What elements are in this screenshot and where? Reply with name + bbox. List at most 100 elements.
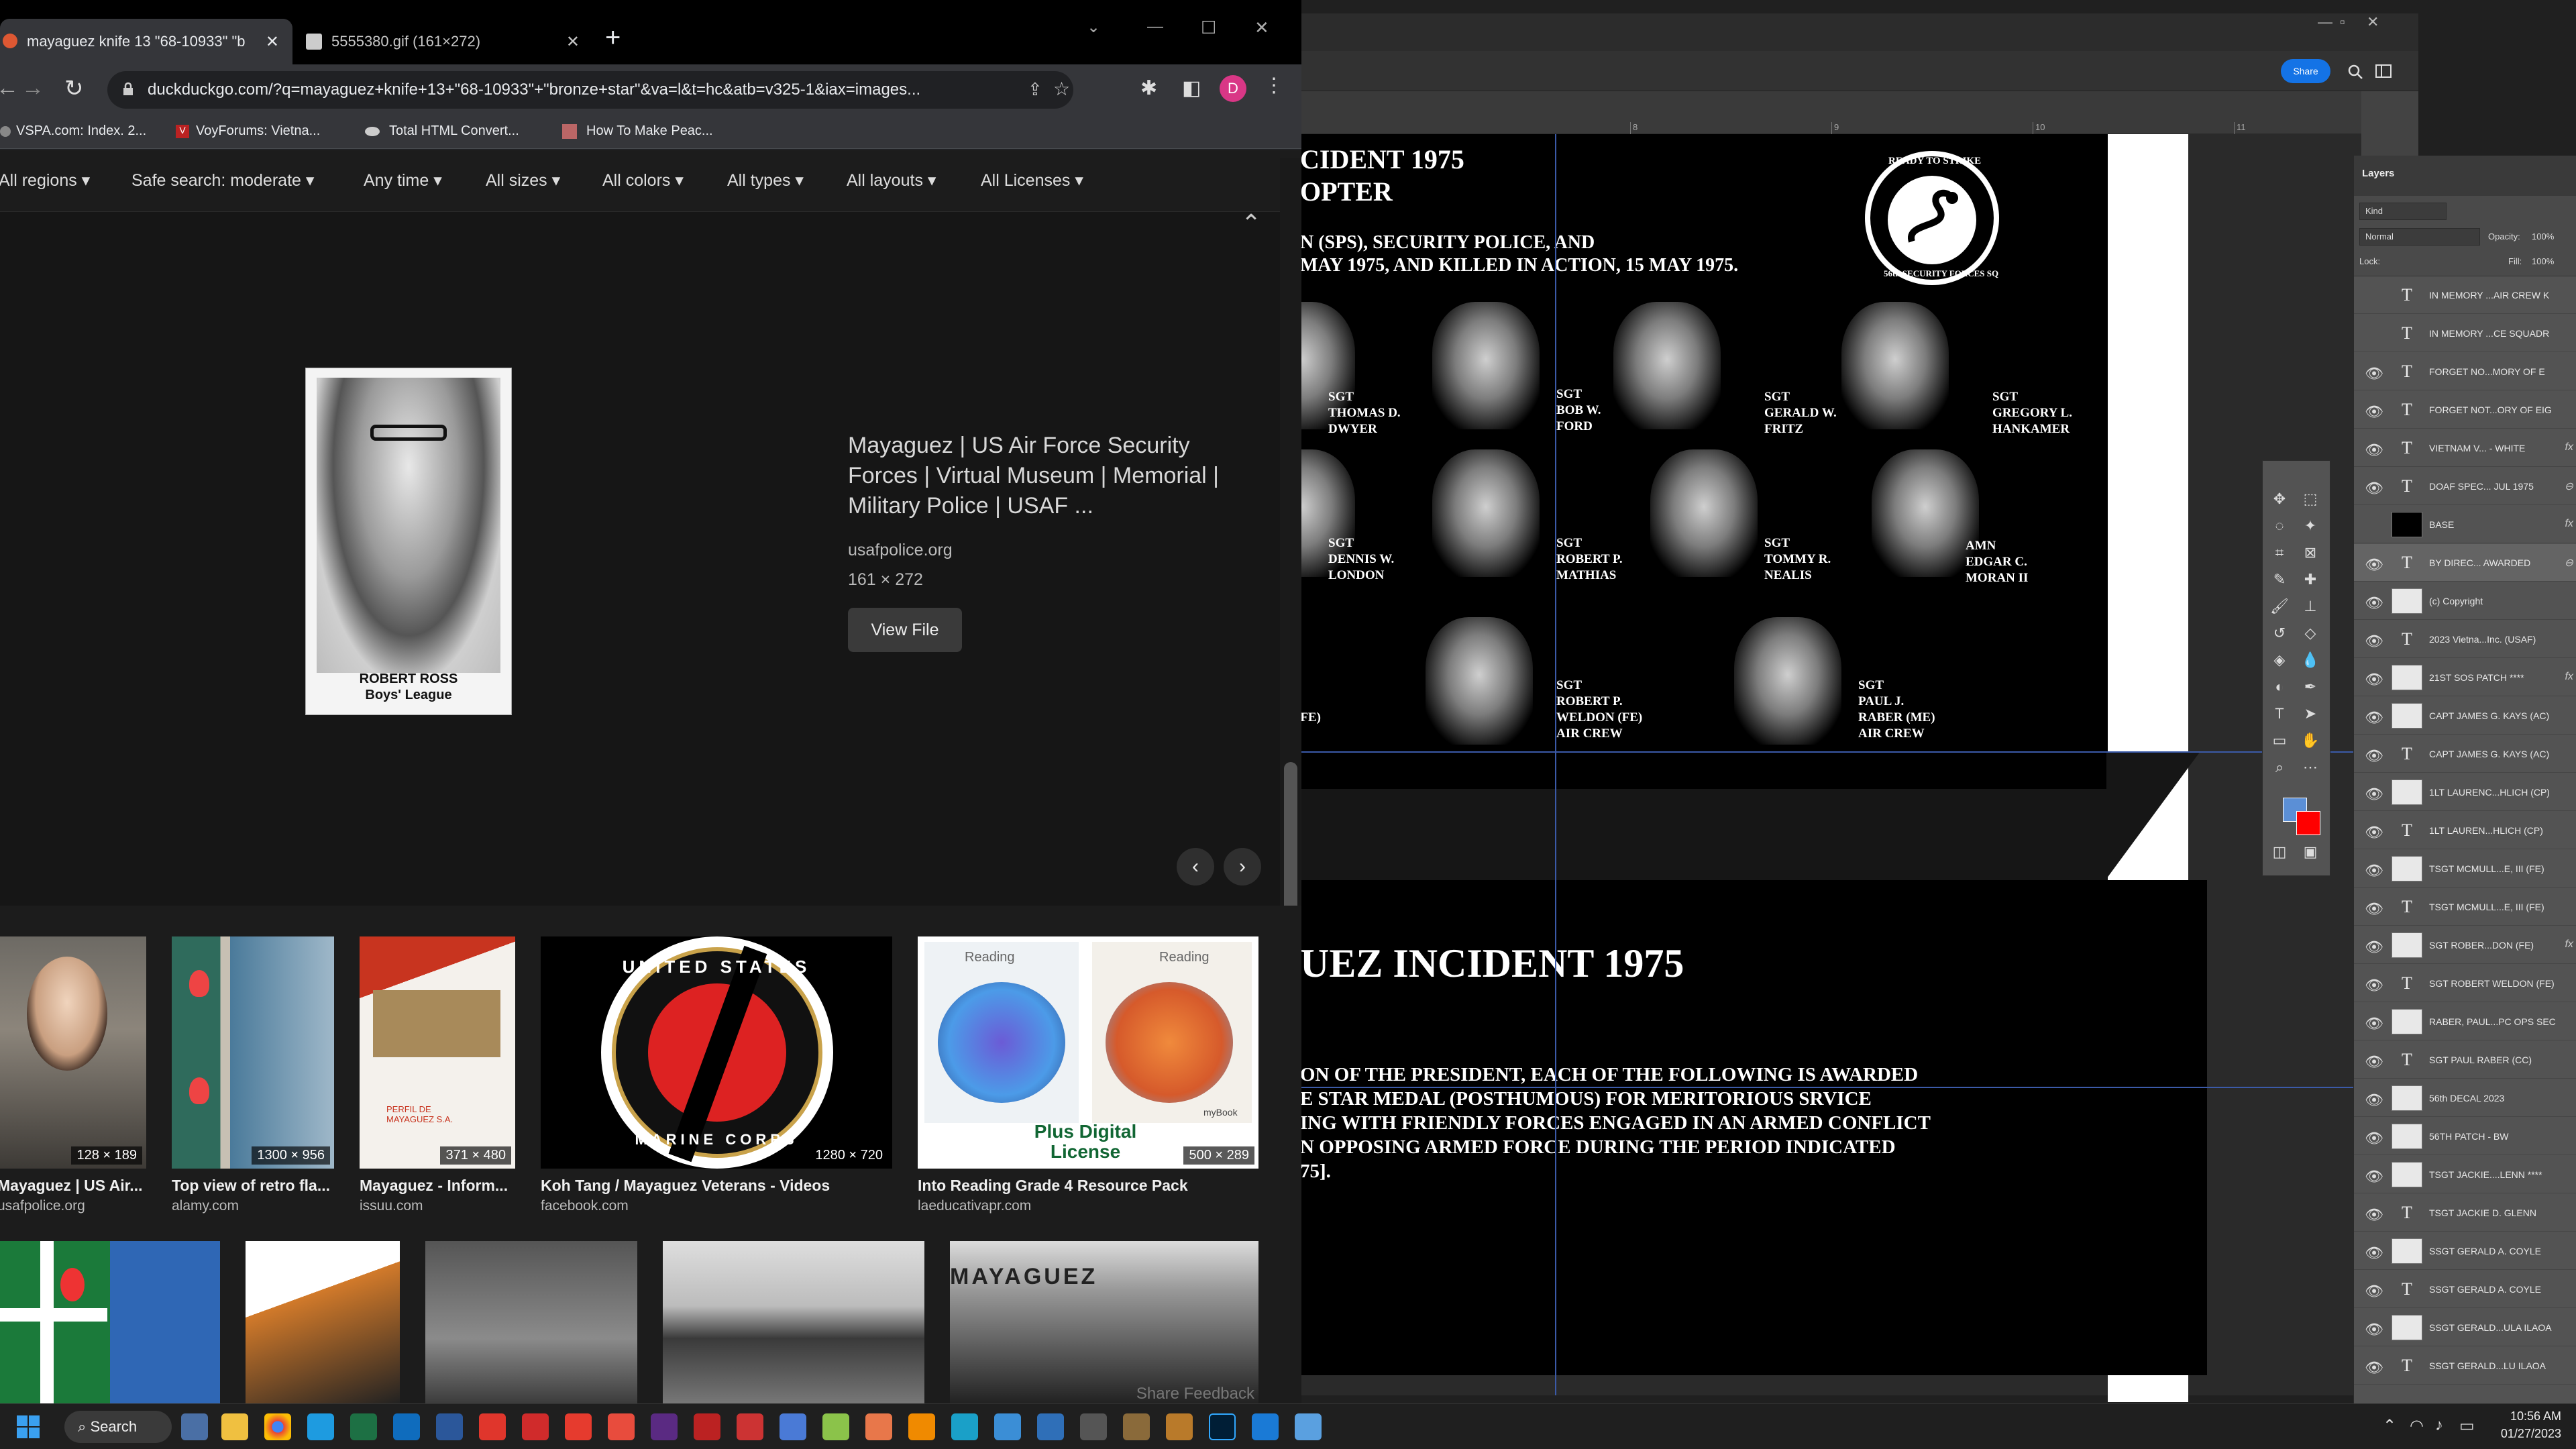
layer-row[interactable]: 👁 TSGT JACKIE....LENN **** xyxy=(2354,1156,2576,1193)
lasso-tool-icon[interactable]: ◌ xyxy=(2271,517,2288,535)
layer-row[interactable]: 👁 T SGT PAUL RABER (CC) xyxy=(2354,1041,2576,1079)
document-canvas[interactable]: CIDENT 1975 OPTER N (SPS), SECURITY POLI… xyxy=(1248,134,2576,1403)
opacity-value[interactable]: 100% xyxy=(2532,231,2554,241)
pen-tool-icon[interactable]: ✒ xyxy=(2302,678,2319,696)
hand-tool-icon[interactable]: ✋ xyxy=(2301,732,2319,749)
preview-domain[interactable]: usafpolice.org xyxy=(848,541,953,560)
layer-row[interactable]: 👁 T TSGT JACKIE D. GLENN xyxy=(2354,1194,2576,1232)
collapse-icon[interactable]: ⌃ xyxy=(1241,209,1261,237)
shape-tool-icon[interactable]: ▭ xyxy=(2271,732,2288,749)
restore-icon[interactable]: ▫ xyxy=(2340,13,2345,31)
lock-icon[interactable] xyxy=(122,82,134,97)
blend-mode-select[interactable]: Normal xyxy=(2359,228,2480,246)
result-title[interactable]: Mayaguez | US Air... xyxy=(0,1177,142,1195)
result-title[interactable]: Koh Tang / Mayaguez Veterans - Videos xyxy=(541,1177,830,1195)
visibility-eye-icon[interactable]: 👁 xyxy=(2365,594,2383,612)
more-tools-icon[interactable]: ⋯ xyxy=(2302,759,2319,776)
bookmark-item[interactable]: VSPA.com: Index. 2... xyxy=(0,123,146,139)
visibility-eye-icon[interactable]: 👁 xyxy=(2365,862,2383,879)
filter-colors[interactable]: All colors ▾ xyxy=(602,170,684,191)
filter-sizes[interactable]: All sizes ▾ xyxy=(486,170,560,191)
layer-row[interactable]: T IN MEMORY ...CE SQUADR xyxy=(2354,315,2576,352)
fill-value[interactable]: 100% xyxy=(2532,256,2554,266)
search-icon[interactable] xyxy=(2347,63,2364,80)
visibility-eye-icon[interactable]: 👁 xyxy=(2365,1321,2383,1338)
brush-tool-icon[interactable]: 🖌 xyxy=(2270,598,2289,615)
layer-row[interactable]: 👁 1LT LAURENC...HLICH (CP) xyxy=(2354,773,2576,811)
kind-filter[interactable]: Kind xyxy=(2359,203,2447,220)
visibility-eye-icon[interactable]: 👁 xyxy=(2365,480,2383,497)
app-window-icon[interactable] xyxy=(994,1413,1021,1440)
layer-row[interactable]: 👁 T FORGET NO...MORY OF E xyxy=(2354,353,2576,390)
visibility-eye-icon[interactable]: 👁 xyxy=(2365,900,2383,918)
address-bar[interactable]: duckduckgo.com/?q=mayaguez+knife+13+"68-… xyxy=(107,71,1073,109)
filezilla-icon[interactable] xyxy=(694,1413,720,1440)
app-doc-icon[interactable] xyxy=(1037,1413,1064,1440)
layer-effects-icon[interactable]: ⊖ xyxy=(2565,556,2573,570)
layer-effects-icon[interactable]: fx xyxy=(2565,938,2573,951)
clock-time[interactable]: 10:56 AM xyxy=(2494,1409,2561,1424)
zoom-tool-icon[interactable]: ⌕ xyxy=(2271,759,2288,776)
layer-row[interactable]: 👁 SGT ROBER...DON (FE) fx xyxy=(2354,926,2576,964)
visibility-eye-icon[interactable]: 👁 xyxy=(2365,824,2383,841)
close-tab-icon[interactable]: ✕ xyxy=(566,32,580,52)
share-button[interactable]: Share xyxy=(2281,59,2330,83)
close-icon[interactable]: ✕ xyxy=(2367,13,2379,31)
visibility-eye-icon[interactable]: 👁 xyxy=(2365,1244,2383,1262)
layer-row[interactable]: 👁 SSGT GERALD...ULA ILAOA xyxy=(2354,1309,2576,1346)
filter-safe-search[interactable]: Safe search: moderate ▾ xyxy=(131,170,314,191)
app-brown-icon[interactable] xyxy=(1123,1413,1150,1440)
bookmark-item[interactable]: V VoyForums: Vietna... xyxy=(176,123,320,139)
brave-icon[interactable] xyxy=(565,1413,592,1440)
file-explorer-icon[interactable] xyxy=(221,1413,248,1440)
workspace-icon[interactable] xyxy=(2375,63,2394,80)
new-tab-button[interactable]: + xyxy=(605,23,621,53)
layer-row[interactable]: 👁 T VIETNAM V... - WHITE fx xyxy=(2354,429,2576,467)
task-view-icon[interactable] xyxy=(181,1413,208,1440)
layer-row[interactable]: 👁 CAPT JAMES G. KAYS (AC) xyxy=(2354,697,2576,735)
layer-effects-icon[interactable]: fx xyxy=(2565,441,2573,453)
screen-mode-icon[interactable]: ▣ xyxy=(2302,843,2319,861)
forward-icon[interactable]: → xyxy=(21,75,44,101)
visibility-eye-icon[interactable]: 👁 xyxy=(2365,1053,2383,1071)
app-green-icon[interactable] xyxy=(822,1413,849,1440)
calculator-icon[interactable] xyxy=(1080,1413,1107,1440)
minimize-icon[interactable]: — xyxy=(1147,17,1163,36)
guide-line[interactable] xyxy=(1295,751,2361,753)
visibility-eye-icon[interactable]: 👁 xyxy=(2365,1206,2383,1224)
bookmark-item[interactable]: How To Make Peac... xyxy=(562,123,713,139)
app-b-icon[interactable] xyxy=(522,1413,549,1440)
acrobat-icon[interactable] xyxy=(479,1413,506,1440)
result-title[interactable]: Into Reading Grade 4 Resource Pack xyxy=(918,1177,1188,1195)
layer-row[interactable]: 👁 TSGT MCMULL...E, III (FE) xyxy=(2354,850,2576,888)
taskbar-search[interactable]: ⌕ Search xyxy=(64,1411,172,1443)
type-tool-icon[interactable]: T xyxy=(2271,705,2288,722)
tab-image[interactable]: 5555380.gif (161×272) ✕ xyxy=(292,19,593,64)
extensions-icon[interactable]: ✱ xyxy=(1140,76,1157,100)
result-domain[interactable]: facebook.com xyxy=(541,1198,629,1214)
clock-date[interactable]: 01/27/2023 xyxy=(2494,1427,2561,1441)
share-feedback-link[interactable]: Share Feedback xyxy=(1136,1385,1254,1403)
healing-brush-icon[interactable]: ✚ xyxy=(2302,571,2319,588)
result-thumbnail[interactable] xyxy=(663,1241,924,1403)
layer-row[interactable]: 👁 (c) Copyright xyxy=(2354,582,2576,620)
layer-row[interactable]: BASE fx xyxy=(2354,506,2576,543)
layer-row[interactable]: T IN MEMORY ...AIR CREW K xyxy=(2354,276,2576,314)
layer-row[interactable]: 👁 RABER, PAUL...PC OPS SEC xyxy=(2354,1003,2576,1040)
background-color-swatch[interactable] xyxy=(2296,811,2320,835)
excel-icon[interactable] xyxy=(350,1413,377,1440)
close-window-icon[interactable]: ✕ xyxy=(1254,17,1269,38)
close-tab-icon[interactable]: ✕ xyxy=(266,32,279,52)
layer-row[interactable]: 👁 T BY DIREC... AWARDED ⊖ xyxy=(2354,544,2576,582)
visibility-eye-icon[interactable]: 👁 xyxy=(2365,938,2383,956)
result-thumbnail[interactable] xyxy=(425,1241,637,1403)
result-card[interactable]: PERFIL DE MAYAGUEZ S.A. 371 × 480 Mayagu… xyxy=(360,936,515,1214)
layers-tab[interactable]: Layers xyxy=(2362,168,2394,179)
guide-line[interactable] xyxy=(1295,1087,2361,1088)
result-card[interactable]: Reading Reading myBook Plus Digital Lice… xyxy=(918,936,1258,1214)
tray-chevron-icon[interactable]: ⌃ xyxy=(2383,1416,2396,1436)
edge-icon[interactable] xyxy=(307,1413,334,1440)
layer-row[interactable]: 👁 T SGT ROBERT WELDON (FE) xyxy=(2354,965,2576,1002)
move-tool-icon[interactable]: ✥ xyxy=(2271,490,2288,508)
layer-row[interactable]: 👁 T CAPT JAMES G. KAYS (AC) xyxy=(2354,735,2576,773)
